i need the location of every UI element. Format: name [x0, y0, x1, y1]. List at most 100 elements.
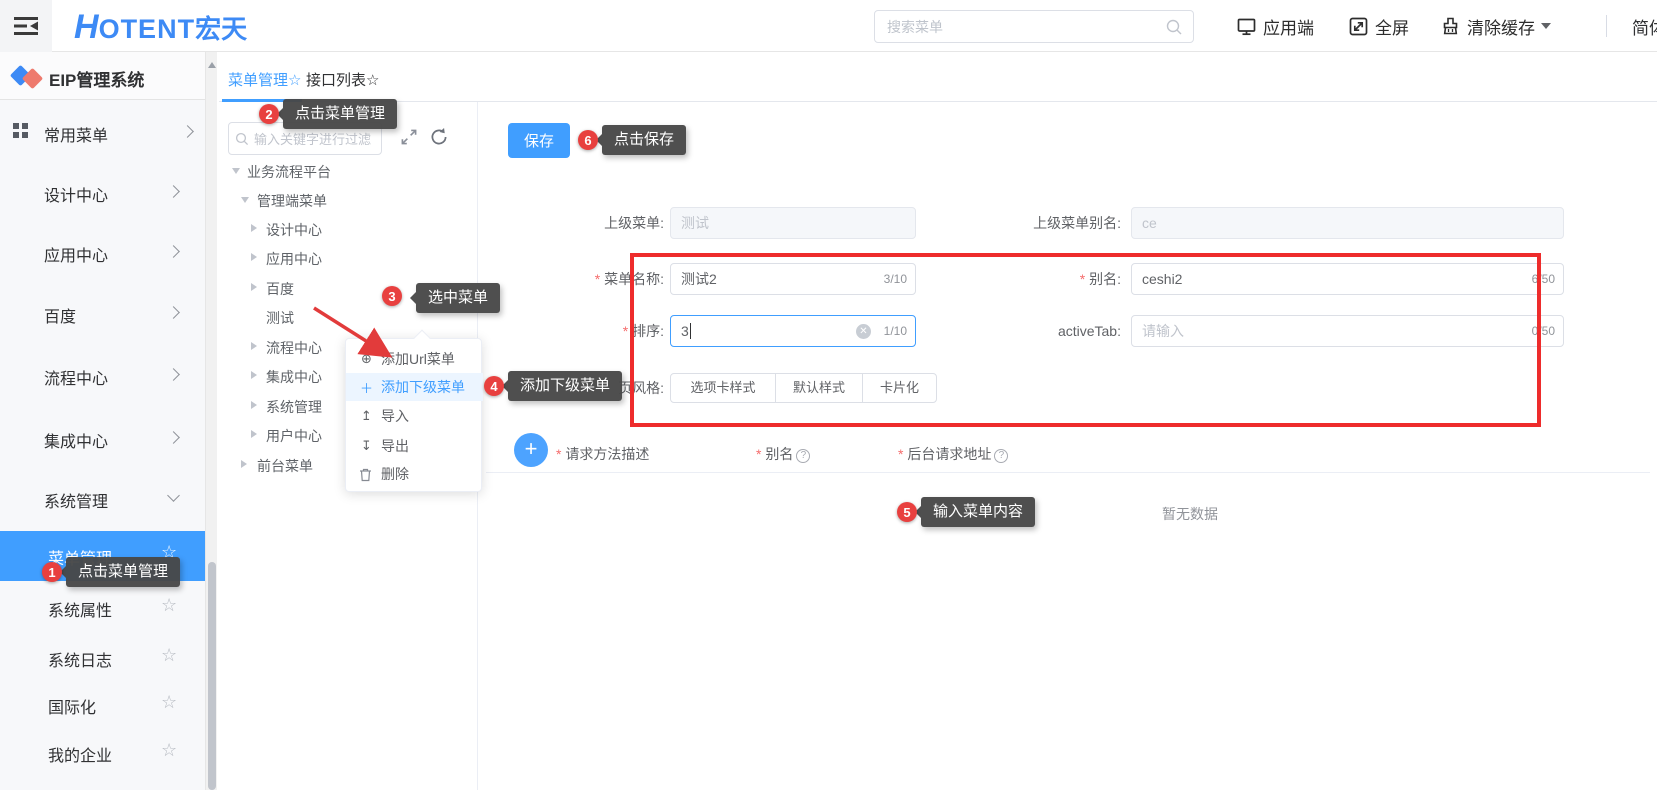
menu-item-import[interactable]: ↥ 导入: [346, 402, 483, 430]
sidebar-item-my-enterprise[interactable]: 我的企业 ☆: [0, 737, 205, 767]
chevron-right-icon: [167, 185, 180, 198]
header-divider: [1606, 15, 1607, 37]
tree-expanded-icon[interactable]: [232, 168, 240, 174]
menu-name-input[interactable]: 测试2 3/10: [670, 263, 916, 295]
sidebar-item-system-management[interactable]: 系统管理: [0, 483, 205, 513]
add-method-button[interactable]: +: [514, 433, 548, 467]
tree-node-label: 前台菜单: [257, 456, 313, 476]
grid-icon: [13, 123, 28, 138]
sort-input[interactable]: 3 ✕ 1/10: [670, 315, 916, 347]
char-counter: 6/50: [1532, 272, 1555, 286]
clear-input-icon[interactable]: ✕: [856, 324, 871, 339]
scrollbar-up-arrow-icon[interactable]: [208, 58, 216, 68]
tree-collapsed-icon[interactable]: [251, 283, 257, 291]
star-icon[interactable]: ☆: [161, 692, 177, 713]
tree-node-design-center[interactable]: 设计中心: [219, 216, 478, 242]
header-search-input[interactable]: 搜索菜单: [874, 10, 1194, 43]
sidebar-collapse-button[interactable]: [0, 0, 52, 52]
column-backend-url: 后台请求地址?: [898, 444, 1008, 464]
chevron-right-icon: [167, 431, 180, 444]
sidebar: EIP管理系统 常用菜单 设计中心 应用中心 百度 流程中心 集成中心 系统管理…: [0, 52, 205, 790]
save-button[interactable]: 保存: [508, 123, 570, 158]
star-icon[interactable]: ☆: [161, 595, 177, 616]
step-badge-6: 6: [578, 130, 598, 150]
language-switch[interactable]: 简体: [1632, 14, 1657, 39]
help-icon[interactable]: ?: [994, 449, 1008, 463]
tree-node-admin-menu[interactable]: 管理端菜单: [219, 187, 478, 213]
sidebar-item-label: 国际化: [48, 694, 96, 718]
tab-api-list[interactable]: 接口列表☆: [306, 69, 379, 90]
sort-value: 3: [681, 323, 689, 339]
sidebar-app-header: EIP管理系统: [0, 52, 205, 100]
menu-item-export[interactable]: ↧ 导出: [346, 432, 483, 460]
sidebar-item-integration-center[interactable]: 集成中心: [0, 423, 205, 453]
sidebar-item-app-center[interactable]: 应用中心: [0, 237, 205, 267]
tree-node-label: 管理端菜单: [257, 191, 327, 211]
fullscreen-button[interactable]: 全屏: [1348, 0, 1409, 52]
parent-alias-input[interactable]: ce: [1131, 207, 1564, 239]
tree-node-label: 测试: [266, 308, 294, 328]
table-divider: [486, 472, 1650, 473]
step-badge-2: 2: [259, 104, 279, 124]
sidebar-scrollbar[interactable]: [205, 52, 217, 790]
activetab-input[interactable]: 请输入 0/50: [1131, 315, 1564, 347]
sidebar-item-baidu[interactable]: 百度: [0, 298, 205, 328]
tree-node-label: 系统管理: [266, 397, 322, 417]
tree-node-business-platform[interactable]: 业务流程平台: [219, 158, 478, 184]
sidebar-item-design-center[interactable]: 设计中心: [0, 177, 205, 207]
scrollbar-thumb[interactable]: [208, 562, 216, 790]
chevron-down-icon: [1541, 23, 1551, 34]
tree-collapsed-icon[interactable]: [251, 430, 257, 438]
tree-node-app-center[interactable]: 应用中心: [219, 245, 478, 271]
clear-cache-button[interactable]: 清除缓存: [1440, 0, 1551, 52]
tree-collapsed-icon[interactable]: [241, 460, 247, 468]
monitor-icon: [1236, 16, 1257, 37]
search-icon: [1165, 18, 1183, 36]
tree-expanded-icon[interactable]: [241, 197, 249, 203]
menu-name-label: 菜单名称:: [514, 263, 664, 295]
circle-plus-icon: ⊕: [359, 351, 374, 367]
sidebar-item-label: 集成中心: [44, 428, 108, 452]
sidebar-item-system-logs[interactable]: 系统日志 ☆: [0, 642, 205, 672]
menu-item-delete[interactable]: 删除: [346, 460, 483, 488]
sidebar-item-label: 我的企业: [48, 742, 112, 766]
collapse-icon: [13, 16, 39, 36]
char-counter: 3/10: [884, 272, 907, 286]
tree-collapsed-icon[interactable]: [251, 401, 257, 409]
column-alias: 别名?: [756, 444, 810, 464]
tree-collapsed-icon[interactable]: [251, 224, 257, 232]
refresh-icon[interactable]: [428, 126, 450, 148]
menu-item-label: 导出: [381, 436, 409, 456]
tree-filter-placeholder: 输入关键字进行过滤: [254, 129, 371, 148]
tree-collapsed-icon[interactable]: [251, 253, 257, 261]
expand-tree-icon[interactable]: [398, 126, 420, 148]
logo-en: OTENT: [99, 14, 196, 44]
tree-node-label: 设计中心: [266, 220, 322, 240]
tree-node-label: 用户中心: [266, 426, 322, 446]
page-style-card-button[interactable]: 卡片化: [862, 373, 937, 403]
menu-item-add-url-menu[interactable]: ⊕ 添加Url菜单: [346, 345, 483, 373]
clear-cache-icon: [1440, 16, 1461, 37]
parent-menu-input[interactable]: 测试: [670, 207, 916, 239]
fullscreen-label: 全屏: [1375, 14, 1409, 39]
page-style-default-button[interactable]: 默认样式: [775, 373, 863, 403]
sidebar-item-system-properties[interactable]: 系统属性 ☆: [0, 592, 205, 622]
alias-input[interactable]: ceshi2 6/50: [1131, 263, 1564, 295]
parent-menu-value: 测试: [681, 213, 709, 233]
menu-item-label: 导入: [381, 406, 409, 426]
tree-collapsed-icon[interactable]: [251, 342, 257, 350]
sidebar-item-internationalization[interactable]: 国际化 ☆: [0, 689, 205, 719]
parent-alias-label: 上级菜单别名:: [971, 207, 1121, 239]
char-counter: 1/10: [884, 324, 907, 338]
menu-item-add-sub-menu[interactable]: ＋ 添加下级菜单: [346, 373, 483, 401]
tree-collapsed-icon[interactable]: [251, 371, 257, 379]
sidebar-item-common-menu[interactable]: 常用菜单: [0, 117, 205, 147]
star-icon[interactable]: ☆: [161, 740, 177, 761]
app-client-button[interactable]: 应用端: [1236, 0, 1314, 52]
tab-menu-management[interactable]: 菜单管理☆: [228, 69, 301, 90]
page-style-tab-button[interactable]: 选项卡样式: [670, 373, 776, 403]
sidebar-item-process-center[interactable]: 流程中心: [0, 360, 205, 390]
star-icon[interactable]: ☆: [161, 645, 177, 666]
help-icon[interactable]: ?: [796, 449, 810, 463]
logo-cn: 宏天: [195, 14, 247, 44]
